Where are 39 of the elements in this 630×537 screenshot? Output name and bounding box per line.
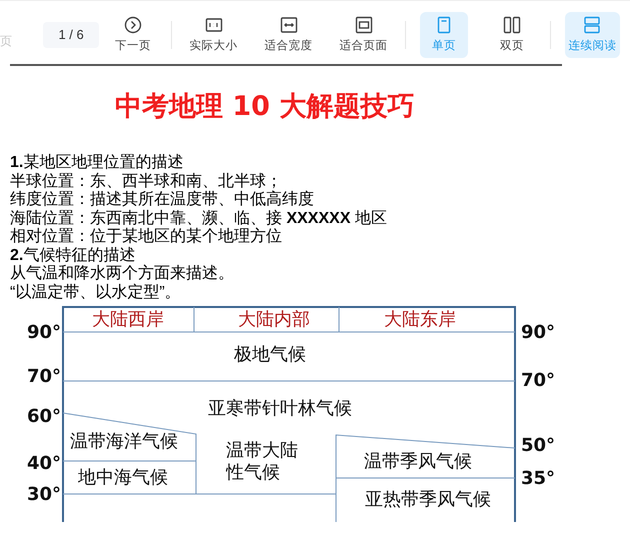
latitude-label: 60°	[26, 406, 61, 427]
continuous-pages-icon	[583, 16, 602, 34]
document-title: 中考地理 10 大解题技巧	[114, 90, 416, 124]
latitude-label: 70°	[521, 370, 556, 391]
text-line: 纬度位置：描述其所在温度带、中低高纬度	[10, 191, 315, 210]
toolbar-button[interactable]: 下一页	[109, 12, 158, 58]
column-header: 大陆内部	[238, 308, 310, 330]
text-line: 1.某地区地理位置的描述	[10, 154, 184, 172]
latitude-label: 90°	[521, 322, 556, 343]
next-page-icon	[124, 16, 142, 34]
page-number-field[interactable]: 1 / 6	[43, 22, 100, 48]
latitude-label: 70°	[26, 366, 61, 387]
climate-zone-label: 极地气候	[234, 344, 306, 365]
climate-zone-label: 亚热带季风气候	[365, 488, 491, 510]
toolbar-button[interactable]: 适合宽度	[261, 12, 316, 58]
fit-width-icon	[280, 16, 298, 34]
latitude-label: 35°	[521, 468, 556, 489]
text-line: 相对位置：位于某地区的某个地理方位	[10, 228, 283, 246]
climate-zone-label: 温带海洋气候	[70, 430, 178, 452]
climate-zone-label: 地中海气候	[78, 466, 168, 488]
climate-zone-label: 亚寒带针叶林气候	[208, 398, 352, 419]
text-line: 2.气候特征的描述	[10, 246, 136, 264]
double-page-icon	[503, 16, 522, 34]
latitude-label: 90°	[26, 322, 61, 343]
latitude-label: 40°	[26, 452, 61, 474]
latitude-label: 50°	[521, 434, 556, 456]
latitude-label: 30°	[26, 484, 61, 505]
toolbar-button[interactable]: 双页	[488, 12, 536, 58]
toolbar-button[interactable]: 实际大小	[186, 12, 242, 58]
fit-page-icon	[354, 16, 373, 34]
text-line: 海陆位置：东西南北中靠、濒、临、接 XXXXXX 地区	[10, 210, 388, 228]
text-line: 从气温和降水两个方面来描述。	[10, 265, 235, 284]
column-header: 大陆西岸	[92, 308, 164, 330]
text-line: “以温定带、以水定型”。	[10, 284, 182, 302]
column-header: 大陆东岸	[384, 308, 456, 330]
climate-zone-label: 温带季风气候	[364, 450, 472, 472]
text-line: 半球位置：东、西半球和南、北半球；	[10, 172, 283, 190]
actual-size-icon	[204, 16, 223, 34]
toolbar-button[interactable]: 适合页面	[336, 12, 392, 58]
